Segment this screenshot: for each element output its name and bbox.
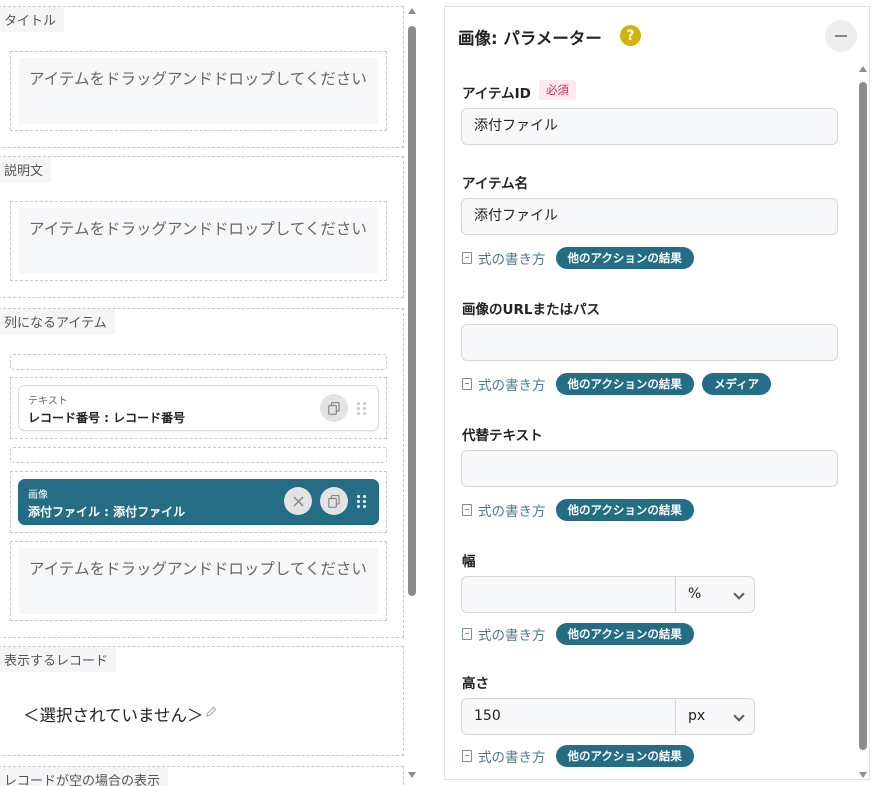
alt-text-label: 代替テキスト <box>462 428 543 444</box>
height-input[interactable]: 150 <box>461 698 676 735</box>
item-name: レコード番号 : レコード番号 <box>28 411 186 425</box>
drag-handle-icon[interactable] <box>357 495 367 509</box>
item-wrapper: 画像 添付ファイル : 添付ファイル <box>10 471 387 533</box>
copy-button[interactable] <box>320 487 348 515</box>
section-record: 表示するレコード ＜選択されていません＞ <box>0 646 404 756</box>
helper-row: 式の書き方 他のアクションの結果 メディア <box>462 373 779 395</box>
parameter-panel: 画像: パラメーター ? アイテムID 必須 添付ファイル アイテム名 添付ファ… <box>444 6 870 780</box>
panel-scrollbar[interactable] <box>857 66 869 778</box>
layout-editor: タイトル アイテムをドラッグアンドドロップしてください 説明文 アイテムをドラッ… <box>0 0 420 786</box>
section-label: 説明文 <box>0 157 52 182</box>
formula-link[interactable]: 式の書き方 <box>462 500 546 520</box>
section-label: レコードが空の場合の表示 <box>0 767 169 786</box>
collapse-button[interactable] <box>825 20 857 52</box>
copy-button[interactable] <box>320 394 348 422</box>
dropzone[interactable]: アイテムをドラッグアンドドロップしてください <box>10 541 387 621</box>
alt-text-input[interactable] <box>461 450 838 487</box>
section-label: タイトル <box>0 7 65 32</box>
required-badge: 必須 <box>539 80 576 100</box>
height-unit-select[interactable]: px <box>675 698 755 735</box>
height-label: 高さ <box>462 676 489 692</box>
chevron-down-icon <box>733 588 745 600</box>
helper-row: 式の書き方 他のアクションの結果 <box>462 623 702 645</box>
width-unit-select[interactable]: % <box>675 576 755 613</box>
helper-row: 式の書き方 他のアクションの結果 <box>462 745 702 767</box>
section-empty: レコードが空の場合の表示 <box>0 766 404 786</box>
chevron-down-icon <box>733 710 745 722</box>
item-type: 画像 <box>28 490 48 501</box>
minus-icon <box>835 35 847 37</box>
help-icon[interactable]: ? <box>620 25 641 46</box>
media-chip[interactable]: メディア <box>701 373 772 395</box>
section-label: 表示するレコード <box>0 647 117 672</box>
dropzone-hint: アイテムをドラッグアンドドロップしてください <box>19 58 378 124</box>
scroll-thumb[interactable] <box>859 82 867 750</box>
dropzone-hint: アイテムをドラッグアンドドロップしてください <box>19 208 378 274</box>
item-wrapper: テキスト レコード番号 : レコード番号 <box>10 377 387 439</box>
section-title: タイトル アイテムをドラッグアンドドロップしてください <box>0 6 404 148</box>
helper-row: 式の書き方 他のアクションの結果 <box>462 499 702 521</box>
image-url-input[interactable] <box>461 324 838 361</box>
width-input[interactable] <box>461 576 676 613</box>
dropzone[interactable]: アイテムをドラッグアンドドロップしてください <box>10 201 387 281</box>
drop-slot[interactable] <box>10 447 387 463</box>
scroll-up-arrow[interactable] <box>408 8 416 14</box>
item-type: テキスト <box>28 396 68 407</box>
document-icon <box>462 378 472 390</box>
drag-handle-icon[interactable] <box>357 402 367 416</box>
item-card-image-selected[interactable]: 画像 添付ファイル : 添付ファイル <box>18 479 379 525</box>
record-value[interactable]: ＜選択されていません＞ <box>23 702 204 726</box>
section-label: 列になるアイテム <box>0 309 115 334</box>
document-icon <box>462 750 472 762</box>
formula-link[interactable]: 式の書き方 <box>462 374 546 394</box>
document-icon <box>462 252 472 264</box>
document-icon <box>462 504 472 516</box>
item-name-input[interactable]: 添付ファイル <box>461 198 838 235</box>
pencil-icon[interactable] <box>205 706 217 718</box>
section-column-items: 列になるアイテム テキスト レコード番号 : レコード番号 画像 添付ファイル … <box>0 308 404 638</box>
remove-button[interactable] <box>284 487 312 515</box>
item-id-input[interactable]: 添付ファイル <box>461 108 838 145</box>
drop-slot[interactable] <box>10 354 387 370</box>
item-card-text[interactable]: テキスト レコード番号 : レコード番号 <box>18 385 379 431</box>
scroll-down-arrow[interactable] <box>859 772 867 778</box>
helper-row: 式の書き方 他のアクションの結果 <box>462 247 702 269</box>
formula-link[interactable]: 式の書き方 <box>462 624 546 644</box>
other-actions-chip[interactable]: 他のアクションの結果 <box>555 373 694 395</box>
section-description: 説明文 アイテムをドラッグアンドドロップしてください <box>0 156 404 298</box>
formula-link[interactable]: 式の書き方 <box>462 248 546 268</box>
other-actions-chip[interactable]: 他のアクションの結果 <box>555 499 694 521</box>
image-url-label: 画像のURLまたはパス <box>462 302 600 318</box>
panel-title: 画像: パラメーター <box>458 29 602 48</box>
scroll-thumb[interactable] <box>408 26 416 596</box>
close-icon <box>292 495 304 507</box>
other-actions-chip[interactable]: 他のアクションの結果 <box>555 745 694 767</box>
formula-link[interactable]: 式の書き方 <box>462 746 546 766</box>
copy-icon <box>328 494 340 508</box>
item-name: 添付ファイル : 添付ファイル <box>28 505 186 519</box>
document-icon <box>462 628 472 640</box>
dropzone[interactable]: アイテムをドラッグアンドドロップしてください <box>10 51 387 131</box>
dropzone-hint: アイテムをドラッグアンドドロップしてください <box>19 548 378 614</box>
item-name-label: アイテム名 <box>462 176 529 192</box>
width-label: 幅 <box>462 554 476 570</box>
scroll-down-arrow[interactable] <box>408 772 416 778</box>
other-actions-chip[interactable]: 他のアクションの結果 <box>555 623 694 645</box>
copy-icon <box>328 401 340 415</box>
scroll-up-arrow[interactable] <box>859 66 867 72</box>
item-id-label: アイテムID <box>462 86 531 102</box>
left-scrollbar[interactable] <box>406 8 418 778</box>
other-actions-chip[interactable]: 他のアクションの結果 <box>555 247 694 269</box>
